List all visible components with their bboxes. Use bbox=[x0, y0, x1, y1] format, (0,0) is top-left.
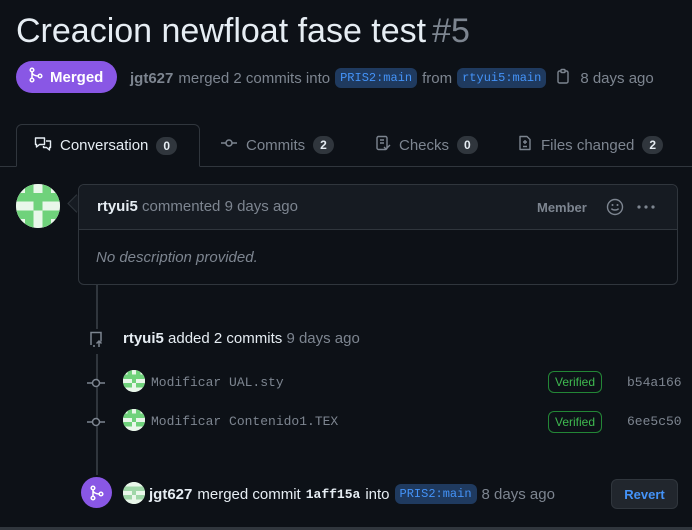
comment-body: No description provided. bbox=[96, 249, 258, 266]
from-text: from bbox=[422, 69, 453, 87]
tab-label: Checks bbox=[399, 136, 450, 154]
head-branch[interactable]: rtyui5:main bbox=[457, 68, 547, 88]
merge-event-author[interactable]: jgt627 bbox=[149, 486, 192, 503]
repo-push-icon bbox=[86, 329, 106, 354]
kebab-menu-icon[interactable] bbox=[635, 198, 657, 221]
merged-text: merged 2 commits into bbox=[178, 69, 331, 87]
avatar[interactable] bbox=[123, 482, 145, 504]
avatar[interactable] bbox=[123, 370, 145, 392]
commit-icon bbox=[220, 135, 238, 155]
comment-box: rtyui5 commented 9 days ago Member No de… bbox=[78, 184, 678, 285]
tab-counter: 0 bbox=[457, 136, 478, 154]
verified-badge[interactable]: Verified bbox=[548, 411, 603, 433]
pr-number: #5 bbox=[432, 12, 470, 50]
tab-label: Conversation bbox=[60, 137, 149, 154]
comment-action: commented bbox=[142, 198, 221, 215]
pr-title: Creacion newfloat fase test bbox=[16, 12, 427, 50]
commit-icon bbox=[87, 376, 105, 394]
tab-counter: 0 bbox=[156, 136, 178, 155]
commits-event-time[interactable]: 9 days ago bbox=[286, 330, 359, 347]
pr-meta: jgt627 merged 2 commits into PRIS2:main … bbox=[130, 67, 654, 89]
into-text: into bbox=[365, 485, 390, 503]
comment-byline: rtyui5 commented 9 days ago bbox=[97, 198, 298, 215]
conversation-icon bbox=[34, 136, 52, 156]
merge-event-time[interactable]: 8 days ago bbox=[482, 486, 555, 503]
commit-sha-link[interactable]: 6ee5c50 bbox=[627, 414, 682, 429]
pr-time: 8 days ago bbox=[580, 69, 654, 87]
merge-event-action: merged commit bbox=[197, 485, 301, 503]
tab-files-changed[interactable]: Files changed 2 bbox=[517, 124, 664, 166]
tab-commits[interactable]: Commits 2 bbox=[220, 124, 334, 166]
avatar[interactable] bbox=[16, 184, 60, 228]
merge-icon bbox=[28, 67, 44, 87]
comment-time[interactable]: 9 days ago bbox=[225, 198, 298, 215]
state-label: Merged bbox=[50, 68, 104, 86]
comment-author[interactable]: rtyui5 bbox=[97, 198, 138, 215]
commit-sha-link[interactable]: b54a166 bbox=[627, 375, 682, 390]
commits-event-author[interactable]: rtyui5 bbox=[123, 330, 164, 347]
merged-status-badge: Merged bbox=[16, 61, 118, 93]
merge-branch[interactable]: PRIS2:main bbox=[394, 484, 477, 504]
avatar[interactable] bbox=[123, 409, 145, 431]
tab-counter: 2 bbox=[313, 136, 334, 154]
page-title: Creacion newfloat fase test #5 bbox=[16, 8, 470, 54]
smiley-icon[interactable] bbox=[606, 198, 624, 221]
commit-message-link[interactable]: Modificar UAL.sty bbox=[151, 375, 284, 390]
tab-label: Commits bbox=[246, 136, 306, 154]
merge-event-icon bbox=[81, 477, 112, 508]
merge-event: jgt627 merged commit 1aff15a into PRIS2:… bbox=[149, 484, 555, 504]
merge-commit-sha[interactable]: 1aff15a bbox=[306, 487, 361, 502]
commits-event-action: added 2 commits bbox=[168, 330, 283, 347]
tab-conversation[interactable]: Conversation 0 bbox=[16, 124, 200, 167]
tab-label: Files changed bbox=[541, 136, 635, 154]
base-branch[interactable]: PRIS2:main bbox=[335, 68, 418, 88]
verified-badge[interactable]: Verified bbox=[548, 371, 603, 393]
role-badge: Member bbox=[537, 200, 587, 215]
commit-icon bbox=[87, 415, 105, 433]
commits-event: rtyui5 added 2 commits 9 days ago bbox=[123, 330, 360, 347]
checklist-icon bbox=[375, 135, 391, 155]
file-diff-icon bbox=[517, 135, 533, 155]
author-link[interactable]: jgt627 bbox=[130, 70, 173, 87]
comment-header: rtyui5 commented 9 days ago Member bbox=[79, 185, 677, 230]
copy-icon[interactable] bbox=[555, 68, 571, 88]
tab-checks[interactable]: Checks 0 bbox=[375, 124, 478, 166]
tab-counter: 2 bbox=[642, 136, 664, 154]
commit-message-link[interactable]: Modificar Contenido1.TEX bbox=[151, 414, 338, 429]
revert-button[interactable]: Revert bbox=[611, 479, 678, 509]
